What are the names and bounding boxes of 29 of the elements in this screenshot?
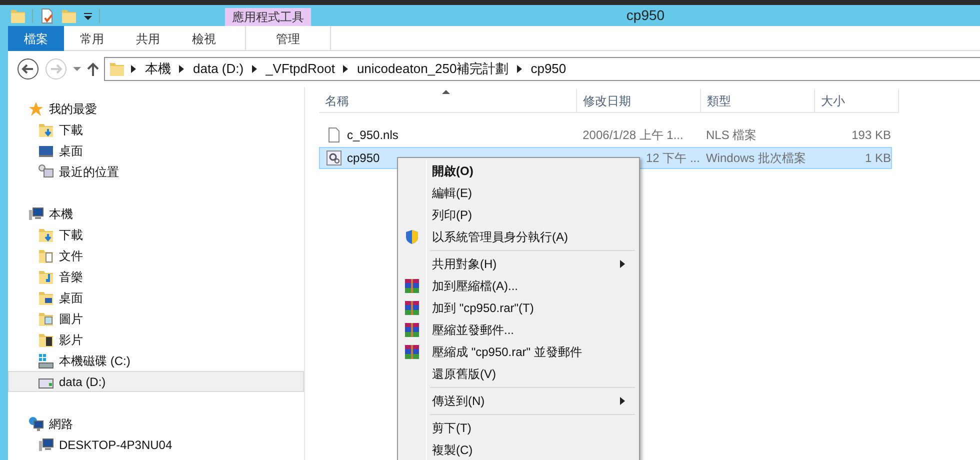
nav-item-label: 文件 [59,248,83,264]
nav-item-label: 影片 [59,332,83,348]
file-size: 193 KB [852,128,891,142]
nav-item-label: 下載 [59,122,83,138]
nav-item-label: 本機磁碟 (C:) [59,352,130,370]
window-title: cp950 [626,6,665,25]
nav-item-label: 音樂 [59,268,83,286]
nav-item-label: data (D:) [59,374,106,390]
nav-item-label: 桌面 [59,142,83,160]
file-size: 1 KB [864,151,891,165]
file-type: Windows 批次檔案 [706,151,806,165]
column-header-label: 修改日期 [583,92,631,110]
nav-item-label: 我的最愛 [49,100,97,118]
nav-item-label: 桌面 [59,290,83,306]
nav-item-label: DESKTOP-4P3NU04 [59,436,172,454]
nav-item-label: 最近的位置 [59,164,119,180]
column-header-label: 類型 [707,92,731,110]
file-date: 2006/1/28 上午 1... [582,128,684,142]
nav-item-label: 本機 [49,206,73,222]
file-type: NLS 檔案 [706,128,757,142]
file-name: cp950 [347,150,380,167]
contextual-tab-group: 應用程式工具 [225,8,311,26]
file-date: 12 下午 ... [646,151,700,165]
column-header-label: 名稱 [325,92,349,110]
nav-item-label: 網路 [49,416,73,432]
column-header-label: 大小 [821,92,845,110]
nav-item-label: 下載 [59,226,83,244]
nav-item-label: 圖片 [59,310,83,328]
file-name: c_950.nls [347,127,398,144]
